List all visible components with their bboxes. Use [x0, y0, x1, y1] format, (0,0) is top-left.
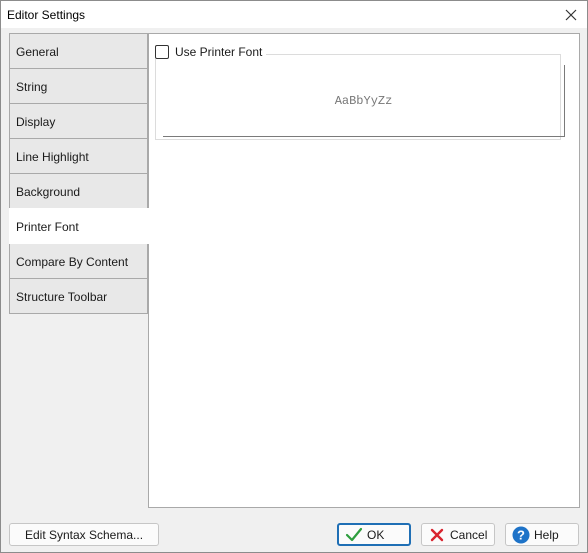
- editor-settings-dialog: Editor Settings General String Display L…: [0, 0, 588, 553]
- font-preview-text: AaBbYyZz: [334, 93, 393, 108]
- svg-text:?: ?: [517, 527, 525, 542]
- checkmark-icon: [345, 526, 363, 544]
- tab-label: Display: [16, 115, 56, 129]
- close-button[interactable]: [561, 5, 581, 25]
- ok-button[interactable]: OK: [337, 523, 411, 546]
- use-printer-font-row: Use Printer Font: [155, 45, 267, 59]
- close-icon: [565, 9, 577, 21]
- tab-display[interactable]: Display: [9, 103, 148, 139]
- help-button[interactable]: ? Help: [505, 523, 579, 546]
- ok-label: OK: [367, 527, 385, 542]
- tab-background[interactable]: Background: [9, 173, 148, 209]
- window-title: Editor Settings: [7, 8, 86, 22]
- tab-compare-by-content[interactable]: Compare By Content: [9, 243, 148, 279]
- tab-label: Line Highlight: [16, 150, 89, 164]
- tab-line-highlight[interactable]: Line Highlight: [9, 138, 148, 174]
- settings-tab-list: General String Display Line Highlight Ba…: [9, 33, 149, 314]
- tab-label: General: [16, 45, 59, 59]
- tab-label: Compare By Content: [16, 255, 129, 269]
- tab-label: String: [16, 80, 48, 94]
- tab-label: Printer Font: [16, 220, 79, 234]
- tab-label: Structure Toolbar: [16, 290, 108, 304]
- dialog-footer: Edit Syntax Schema... OK Cancel ? Help: [1, 514, 587, 552]
- tab-label: Background: [16, 185, 81, 199]
- cancel-button[interactable]: Cancel: [421, 523, 495, 546]
- cancel-label: Cancel: [450, 527, 488, 542]
- tab-string[interactable]: String: [9, 68, 148, 104]
- tab-structure-toolbar[interactable]: Structure Toolbar: [9, 278, 148, 314]
- font-preview-box: AaBbYyZz: [163, 65, 565, 137]
- printer-font-panel: Use Printer Font AaBbYyZz: [148, 33, 580, 508]
- title-bar: Editor Settings: [1, 1, 587, 28]
- use-printer-font-checkbox[interactable]: [155, 45, 169, 59]
- edit-syntax-schema-button[interactable]: Edit Syntax Schema...: [9, 523, 159, 546]
- use-printer-font-label[interactable]: Use Printer Font: [175, 45, 262, 59]
- tab-printer-font[interactable]: Printer Font: [9, 208, 149, 244]
- help-label: Help: [534, 527, 559, 542]
- cancel-x-icon: [428, 526, 446, 544]
- tab-general[interactable]: General: [9, 33, 148, 69]
- help-icon: ?: [512, 526, 530, 544]
- edit-syntax-schema-label: Edit Syntax Schema...: [24, 527, 144, 542]
